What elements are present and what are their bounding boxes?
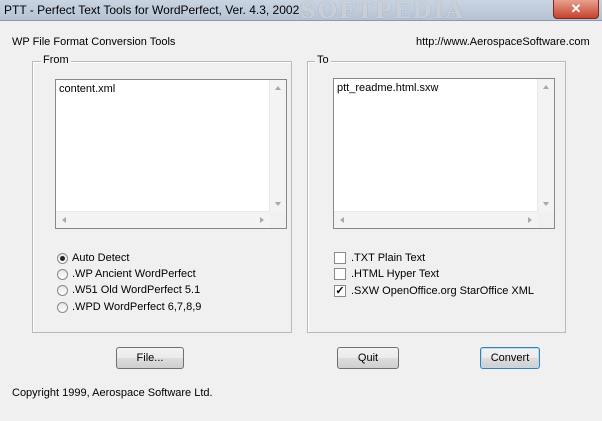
list-item[interactable]: ptt_readme.html.sxw <box>337 82 438 94</box>
watermark: SOFTPEDIA <box>300 0 465 24</box>
scroll-down-icon[interactable] <box>543 202 549 206</box>
scroll-corner <box>538 212 554 228</box>
title-bar[interactable]: PTT - Perfect Text Tools for WordPerfect… <box>0 0 602 24</box>
scroll-right-icon[interactable] <box>528 217 532 223</box>
close-icon: ✕ <box>570 1 582 16</box>
horizontal-scrollbar[interactable] <box>334 211 538 228</box>
radio-wp-ancient[interactable] <box>57 269 68 280</box>
scroll-left-icon[interactable] <box>340 217 344 223</box>
radio-label[interactable]: .W51 Old WordPerfect 5.1 <box>72 284 200 296</box>
to-file-list[interactable]: ptt_readme.html.sxw <box>333 78 555 229</box>
vertical-scrollbar[interactable] <box>537 79 554 212</box>
checkbox-html[interactable] <box>334 268 346 280</box>
checkbox-label[interactable]: .TXT Plain Text <box>351 252 425 264</box>
scroll-up-icon[interactable] <box>543 85 549 89</box>
copyright-text: Copyright 1999, Aerospace Software Ltd. <box>12 387 213 399</box>
checkbox-sxw[interactable]: ✓ <box>334 285 346 297</box>
radio-label[interactable]: Auto Detect <box>72 252 129 264</box>
checkbox-label[interactable]: .SXW OpenOffice.org StarOffice XML <box>351 285 534 297</box>
radio-label[interactable]: .WP Ancient WordPerfect <box>72 268 196 280</box>
checkbox-txt[interactable] <box>334 252 346 264</box>
from-group: From content.xml Auto Detect .WP Ancient… <box>32 54 292 333</box>
scroll-left-icon[interactable] <box>62 217 66 223</box>
radio-w51-old[interactable] <box>57 285 68 296</box>
vertical-scrollbar[interactable] <box>269 80 286 212</box>
to-group-label: To <box>315 54 331 66</box>
scroll-right-icon[interactable] <box>260 217 264 223</box>
heading: WP File Format Conversion Tools <box>12 36 176 48</box>
radio-wpd[interactable] <box>57 302 68 313</box>
website-link[interactable]: http://www.AerospaceSoftware.com <box>416 36 590 48</box>
checkbox-label[interactable]: .HTML Hyper Text <box>351 268 439 280</box>
checkmark-icon: ✓ <box>335 285 345 297</box>
scroll-down-icon[interactable] <box>275 202 281 206</box>
scroll-up-icon[interactable] <box>275 86 281 90</box>
convert-button[interactable]: Convert <box>480 347 540 369</box>
horizontal-scrollbar[interactable] <box>56 211 270 228</box>
radio-label[interactable]: .WPD WordPerfect 6,7,8,9 <box>72 301 201 313</box>
radio-auto-detect[interactable] <box>57 253 68 264</box>
window-title: PTT - Perfect Text Tools for WordPerfect… <box>4 3 300 17</box>
quit-button[interactable]: Quit <box>337 347 399 369</box>
file-button[interactable]: File... <box>116 347 184 369</box>
list-item[interactable]: content.xml <box>59 83 115 95</box>
scroll-corner <box>270 212 286 228</box>
from-group-label: From <box>41 54 71 66</box>
close-button[interactable]: ✕ <box>553 0 599 19</box>
to-group: To ptt_readme.html.sxw .TXT Plain Text .… <box>307 54 566 333</box>
from-file-list[interactable]: content.xml <box>55 79 287 229</box>
